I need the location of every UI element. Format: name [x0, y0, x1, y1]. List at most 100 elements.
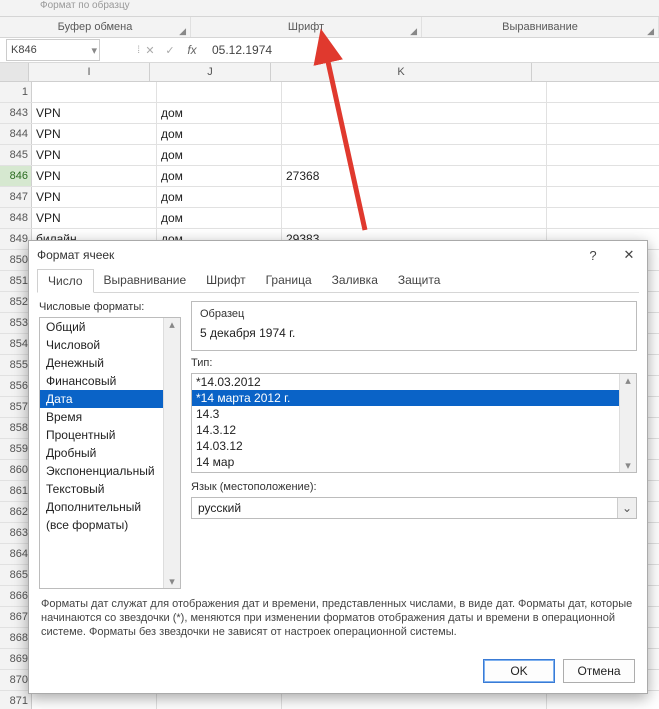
ribbon-group-label: Шрифт — [288, 21, 324, 33]
language-label: Язык (местоположение): — [191, 481, 637, 493]
cell[interactable]: дом — [157, 103, 282, 123]
ribbon-group-alignment[interactable]: Выравнивание◢ — [422, 17, 659, 37]
cancel-formula-button[interactable]: ✕ — [140, 44, 160, 57]
fx-icon[interactable]: fx — [180, 43, 204, 57]
close-button[interactable]: ✕ — [611, 241, 647, 269]
dialog-titlebar[interactable]: Формат ячеек ? ✕ — [29, 241, 647, 269]
scrollbar[interactable]: ▴▾ — [163, 318, 180, 588]
formula-bar-row: K846▾ ⁞ ✕ ✓ fx 05.12.1974 — [0, 38, 659, 63]
category-item[interactable]: Дата — [40, 390, 180, 408]
col-header-J[interactable]: J — [150, 63, 271, 81]
type-item[interactable]: 14 мар 12 — [192, 470, 636, 473]
dialog-launcher-icon[interactable]: ◢ — [410, 26, 417, 37]
type-item[interactable]: *14 марта 2012 г. — [192, 390, 636, 406]
cell[interactable] — [282, 124, 547, 144]
chevron-down-icon[interactable]: ⌄ — [617, 498, 636, 518]
help-button[interactable]: ? — [575, 241, 611, 269]
tab-Заливка[interactable]: Заливка — [322, 269, 388, 292]
category-item[interactable]: Дополнительный — [40, 498, 180, 516]
table-row[interactable]: 844VPNдом — [0, 124, 659, 145]
type-label: Тип: — [191, 357, 637, 369]
dialog-launcher-icon[interactable]: ◢ — [179, 26, 186, 37]
ribbon-groups-row: Буфер обмена ◢ Шрифт ◢ Выравнивание◢ — [0, 17, 659, 38]
table-row[interactable]: 845VPNдом — [0, 145, 659, 166]
type-list[interactable]: *14.03.2012*14 марта 2012 г.14.314.3.121… — [191, 373, 637, 473]
cell[interactable]: дом — [157, 166, 282, 186]
category-item[interactable]: Общий — [40, 318, 180, 336]
category-item[interactable]: Дробный — [40, 444, 180, 462]
type-item[interactable]: 14.3.12 — [192, 422, 636, 438]
category-item[interactable]: Денежный — [40, 354, 180, 372]
select-all-corner[interactable] — [0, 63, 29, 81]
cell[interactable]: 27368 — [282, 166, 547, 186]
format-cells-dialog: Формат ячеек ? ✕ ЧислоВыравниваниеШрифтГ… — [28, 240, 648, 694]
tab-Шрифт[interactable]: Шрифт — [196, 269, 255, 292]
cell[interactable]: дом — [157, 145, 282, 165]
category-item[interactable]: Финансовый — [40, 372, 180, 390]
cell[interactable] — [282, 145, 547, 165]
ok-button[interactable]: OK — [483, 659, 555, 683]
cell[interactable] — [32, 82, 157, 102]
category-list[interactable]: ОбщийЧисловойДенежныйФинансовыйДатаВремя… — [39, 317, 181, 589]
type-item[interactable]: 14.3 — [192, 406, 636, 422]
table-row[interactable]: 848VPNдом — [0, 208, 659, 229]
row-number[interactable]: 1 — [0, 82, 32, 102]
scroll-down-icon[interactable]: ▾ — [625, 459, 631, 472]
scroll-down-icon[interactable]: ▾ — [169, 575, 175, 588]
tab-Граница[interactable]: Граница — [256, 269, 322, 292]
table-row[interactable]: 843VPNдом — [0, 103, 659, 124]
language-dropdown[interactable]: русский ⌄ — [191, 497, 637, 519]
cell[interactable]: VPN — [32, 103, 157, 123]
tab-Защита[interactable]: Защита — [388, 269, 451, 292]
type-item[interactable]: *14.03.2012 — [192, 374, 636, 390]
category-item[interactable]: Экспоненциальный — [40, 462, 180, 480]
type-item[interactable]: 14 мар — [192, 454, 636, 470]
ribbon-group-font[interactable]: Шрифт ◢ — [191, 17, 422, 37]
cell[interactable]: VPN — [32, 187, 157, 207]
category-item[interactable]: Числовой — [40, 336, 180, 354]
row-number[interactable]: 846 — [0, 166, 32, 186]
table-row[interactable]: 1 — [0, 82, 659, 103]
accept-formula-button[interactable]: ✓ — [160, 44, 180, 57]
col-header-K[interactable]: K — [271, 63, 532, 81]
cell[interactable]: VPN — [32, 166, 157, 186]
table-row[interactable]: 846VPNдом27368 — [0, 166, 659, 187]
dialog-launcher-icon[interactable]: ◢ — [647, 26, 654, 37]
formula-sep: ⁞ — [100, 45, 140, 56]
tab-Число[interactable]: Число — [37, 269, 94, 293]
scrollbar[interactable]: ▴▾ — [619, 374, 636, 472]
chevron-down-icon[interactable]: ▾ — [91, 44, 97, 57]
cell[interactable]: VPN — [32, 145, 157, 165]
category-item[interactable]: Время — [40, 408, 180, 426]
scroll-up-icon[interactable]: ▴ — [169, 318, 175, 331]
cell[interactable] — [282, 82, 547, 102]
row-number[interactable]: 845 — [0, 145, 32, 165]
formula-bar[interactable]: 05.12.1974 — [204, 43, 659, 57]
cell[interactable]: дом — [157, 208, 282, 228]
type-item[interactable]: 14.03.12 — [192, 438, 636, 454]
cell[interactable] — [282, 103, 547, 123]
format-painter-label: Формат по образцу — [40, 0, 130, 16]
name-box[interactable]: K846▾ — [6, 39, 100, 61]
row-number[interactable]: 843 — [0, 103, 32, 123]
row-number[interactable]: 847 — [0, 187, 32, 207]
row-number[interactable]: 844 — [0, 124, 32, 144]
cell[interactable] — [157, 82, 282, 102]
row-number[interactable]: 848 — [0, 208, 32, 228]
scroll-up-icon[interactable]: ▴ — [625, 374, 631, 387]
category-item[interactable]: (все форматы) — [40, 516, 180, 534]
category-item[interactable]: Текстовый — [40, 480, 180, 498]
cell[interactable] — [282, 208, 547, 228]
ribbon-group-clipboard[interactable]: Буфер обмена ◢ — [0, 17, 191, 37]
tab-Выравнивание[interactable]: Выравнивание — [94, 269, 197, 292]
cell[interactable]: VPN — [32, 124, 157, 144]
cell[interactable]: VPN — [32, 208, 157, 228]
cancel-button[interactable]: Отмена — [563, 659, 635, 683]
category-item[interactable]: Процентный — [40, 426, 180, 444]
col-header-I[interactable]: I — [29, 63, 150, 81]
cell[interactable]: дом — [157, 187, 282, 207]
cell[interactable]: дом — [157, 124, 282, 144]
cell[interactable] — [282, 187, 547, 207]
table-row[interactable]: 847VPNдом — [0, 187, 659, 208]
ribbon-group-label: Буфер обмена — [58, 21, 133, 33]
